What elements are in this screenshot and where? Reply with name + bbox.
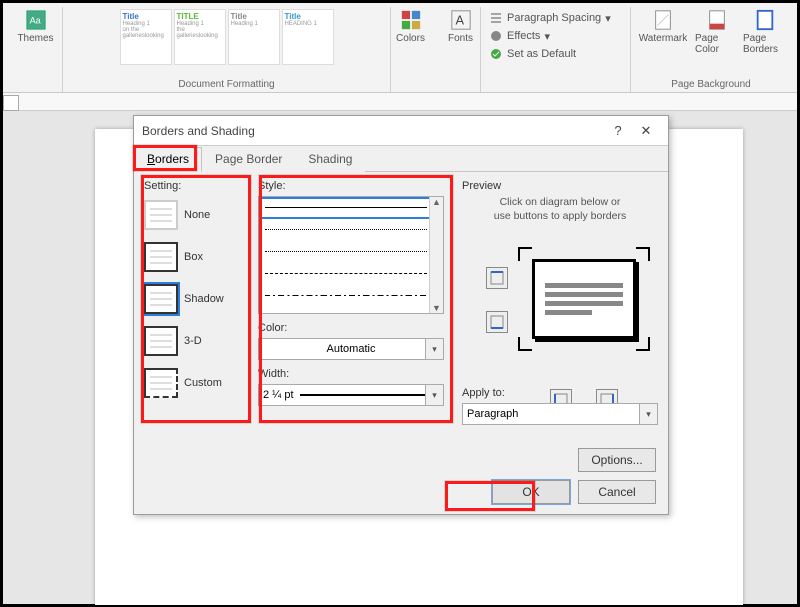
chevron-down-icon: ▾ xyxy=(425,385,443,405)
style-option-solid[interactable] xyxy=(259,197,443,219)
spacing-group: Paragraph Spacing ▾ Effects ▾ Set as Def… xyxy=(481,7,631,92)
colors-fonts-group: Colors A Fonts xyxy=(391,7,481,92)
gallery-item[interactable]: TitleHEADING 1 xyxy=(282,9,334,65)
doc-formatting-group: TitleHeading 1on the gallerieslooking TI… xyxy=(63,7,391,92)
setting-custom[interactable]: Custom xyxy=(144,364,252,402)
border-top-toggle[interactable] xyxy=(486,267,508,289)
page-background-group: Watermark Page Color Page Borders Page B… xyxy=(631,7,791,92)
style-scrollbar[interactable] xyxy=(429,197,443,313)
setting-column: Setting: None Box Shadow 3-D xyxy=(144,180,252,470)
preview-hint: Click on diagram below oruse buttons to … xyxy=(462,196,658,223)
close-button[interactable]: ✕ xyxy=(632,123,660,139)
corner-marker xyxy=(636,247,650,261)
style-option-dotted[interactable] xyxy=(259,219,443,241)
style-option-fine-dotted[interactable] xyxy=(259,241,443,263)
dialog-tabs: BBordersorders Page Border Shading xyxy=(134,146,668,172)
page-borders-button[interactable]: Page Borders xyxy=(743,9,787,65)
setting-label: Setting: xyxy=(144,180,252,192)
doc-formatting-label: Document Formatting xyxy=(178,79,274,92)
style-label: Style: xyxy=(258,180,444,192)
options-button[interactable]: Options... xyxy=(578,448,656,472)
help-button[interactable]: ? xyxy=(604,123,632,138)
dialog-footer: OK Cancel xyxy=(492,480,656,504)
set-default-button[interactable]: Set as Default xyxy=(489,45,576,63)
page-color-button[interactable]: Page Color xyxy=(695,9,739,65)
corner-marker xyxy=(636,337,650,351)
style-listbox[interactable] xyxy=(258,196,444,314)
preview-column: Preview Click on diagram below oruse but… xyxy=(462,180,658,470)
fonts-button[interactable]: A Fonts xyxy=(439,9,483,65)
dialog-titlebar: Borders and Shading ? ✕ xyxy=(134,116,668,146)
chevron-down-icon: ▾ xyxy=(425,339,443,359)
tab-borders[interactable]: BBordersorders xyxy=(134,147,202,172)
setting-none[interactable]: None xyxy=(144,196,252,234)
horizontal-ruler[interactable] xyxy=(3,93,797,111)
colors-button[interactable]: Colors xyxy=(389,9,433,65)
gallery-item[interactable]: TITLEHeading 1the gallerieslooking xyxy=(174,9,226,65)
setting-shadow[interactable]: Shadow xyxy=(144,280,252,318)
corner-marker xyxy=(518,337,532,351)
ok-button[interactable]: OK xyxy=(492,480,570,504)
tab-shading[interactable]: Shading xyxy=(295,147,365,172)
themes-group: Aa Themes xyxy=(9,7,63,92)
themes-button[interactable]: Aa Themes xyxy=(14,9,58,44)
cancel-button[interactable]: Cancel xyxy=(578,480,656,504)
apply-to-combo[interactable]: Paragraph ▾ xyxy=(462,403,658,425)
dialog-body: Setting: None Box Shadow 3-D xyxy=(134,172,668,470)
watermark-button[interactable]: Watermark xyxy=(635,9,691,65)
svg-text:Aa: Aa xyxy=(29,16,41,26)
setting-3d[interactable]: 3-D xyxy=(144,322,252,360)
gallery-item[interactable]: TitleHeading 1on the gallerieslooking xyxy=(120,9,172,65)
svg-text:A: A xyxy=(455,13,464,28)
preview-box[interactable] xyxy=(532,259,636,339)
effects-menu[interactable]: Effects ▾ xyxy=(489,27,550,45)
color-label: Color: xyxy=(258,322,444,334)
dialog-title: Borders and Shading xyxy=(142,124,255,138)
gallery-item[interactable]: TitleHeading 1 xyxy=(228,9,280,65)
width-combo[interactable]: 2 ¼ pt ▾ xyxy=(258,384,444,406)
style-gallery[interactable]: TitleHeading 1on the gallerieslooking TI… xyxy=(120,9,334,65)
tab-page-border[interactable]: Page Border xyxy=(202,147,295,172)
ribbon: Aa Themes TitleHeading 1on the galleries… xyxy=(3,3,797,93)
themes-label: Themes xyxy=(17,33,53,44)
border-bottom-toggle[interactable] xyxy=(486,311,508,333)
borders-shading-dialog: Borders and Shading ? ✕ BBordersorders P… xyxy=(133,115,669,515)
chevron-down-icon: ▾ xyxy=(639,404,657,424)
preview-label: Preview xyxy=(462,180,658,192)
style-option-dashed[interactable] xyxy=(259,263,443,285)
preview-area xyxy=(462,233,658,383)
setting-box[interactable]: Box xyxy=(144,238,252,276)
color-combo[interactable]: Automatic ▾ xyxy=(258,338,444,360)
corner-marker xyxy=(518,247,532,261)
width-label: Width: xyxy=(258,368,444,380)
style-column: Style: Color: Automatic ▾ Width: 2 ¼ pt … xyxy=(258,180,444,470)
style-option-dashdot[interactable] xyxy=(259,285,443,307)
paragraph-spacing-menu[interactable]: Paragraph Spacing ▾ xyxy=(489,9,611,27)
